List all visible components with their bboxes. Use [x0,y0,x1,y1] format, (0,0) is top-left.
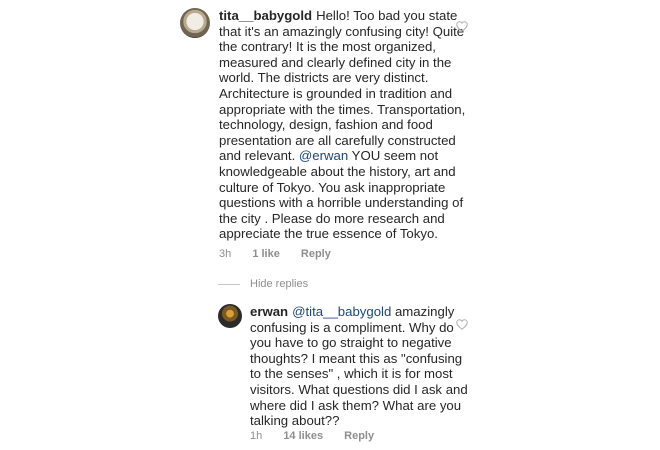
comment-likes[interactable]: 1 like [252,248,280,260]
comment-mention[interactable]: @erwan [299,148,348,163]
reply-button[interactable]: Reply [344,430,374,442]
avatar-erwan[interactable] [218,304,242,328]
comment-text: erwan @tita__babygold amazingly confusing… [250,304,475,429]
comment-meta: 1h 14 likes Reply [250,430,392,442]
comment-text: tita__babygold Hello! Too bad you state t… [219,8,467,242]
comment-time: 1h [250,430,263,442]
comment-likes[interactable]: 14 likes [283,430,323,442]
comment-mention[interactable]: @tita__babygold [292,304,391,319]
comment-body-start: Hello! Too bad you state that it's an am… [219,8,466,164]
heart-outline-icon[interactable] [456,21,468,32]
avatar-tita-babygold[interactable] [180,8,210,38]
comment-username[interactable]: tita__babygold [219,8,312,23]
comment-body-end: amazingly confusing is a compliment. Why… [250,304,468,429]
reply-button[interactable]: Reply [301,248,331,260]
comment-time: 3h [219,248,232,260]
hide-replies-label: Hide replies [250,278,309,290]
comment-username[interactable]: erwan [250,304,288,319]
heart-outline-icon[interactable] [456,319,468,330]
comment-meta: 3h 1 like Reply [219,248,349,260]
hide-replies-divider [218,283,240,285]
hide-replies-toggle[interactable]: Hide replies [218,278,308,290]
